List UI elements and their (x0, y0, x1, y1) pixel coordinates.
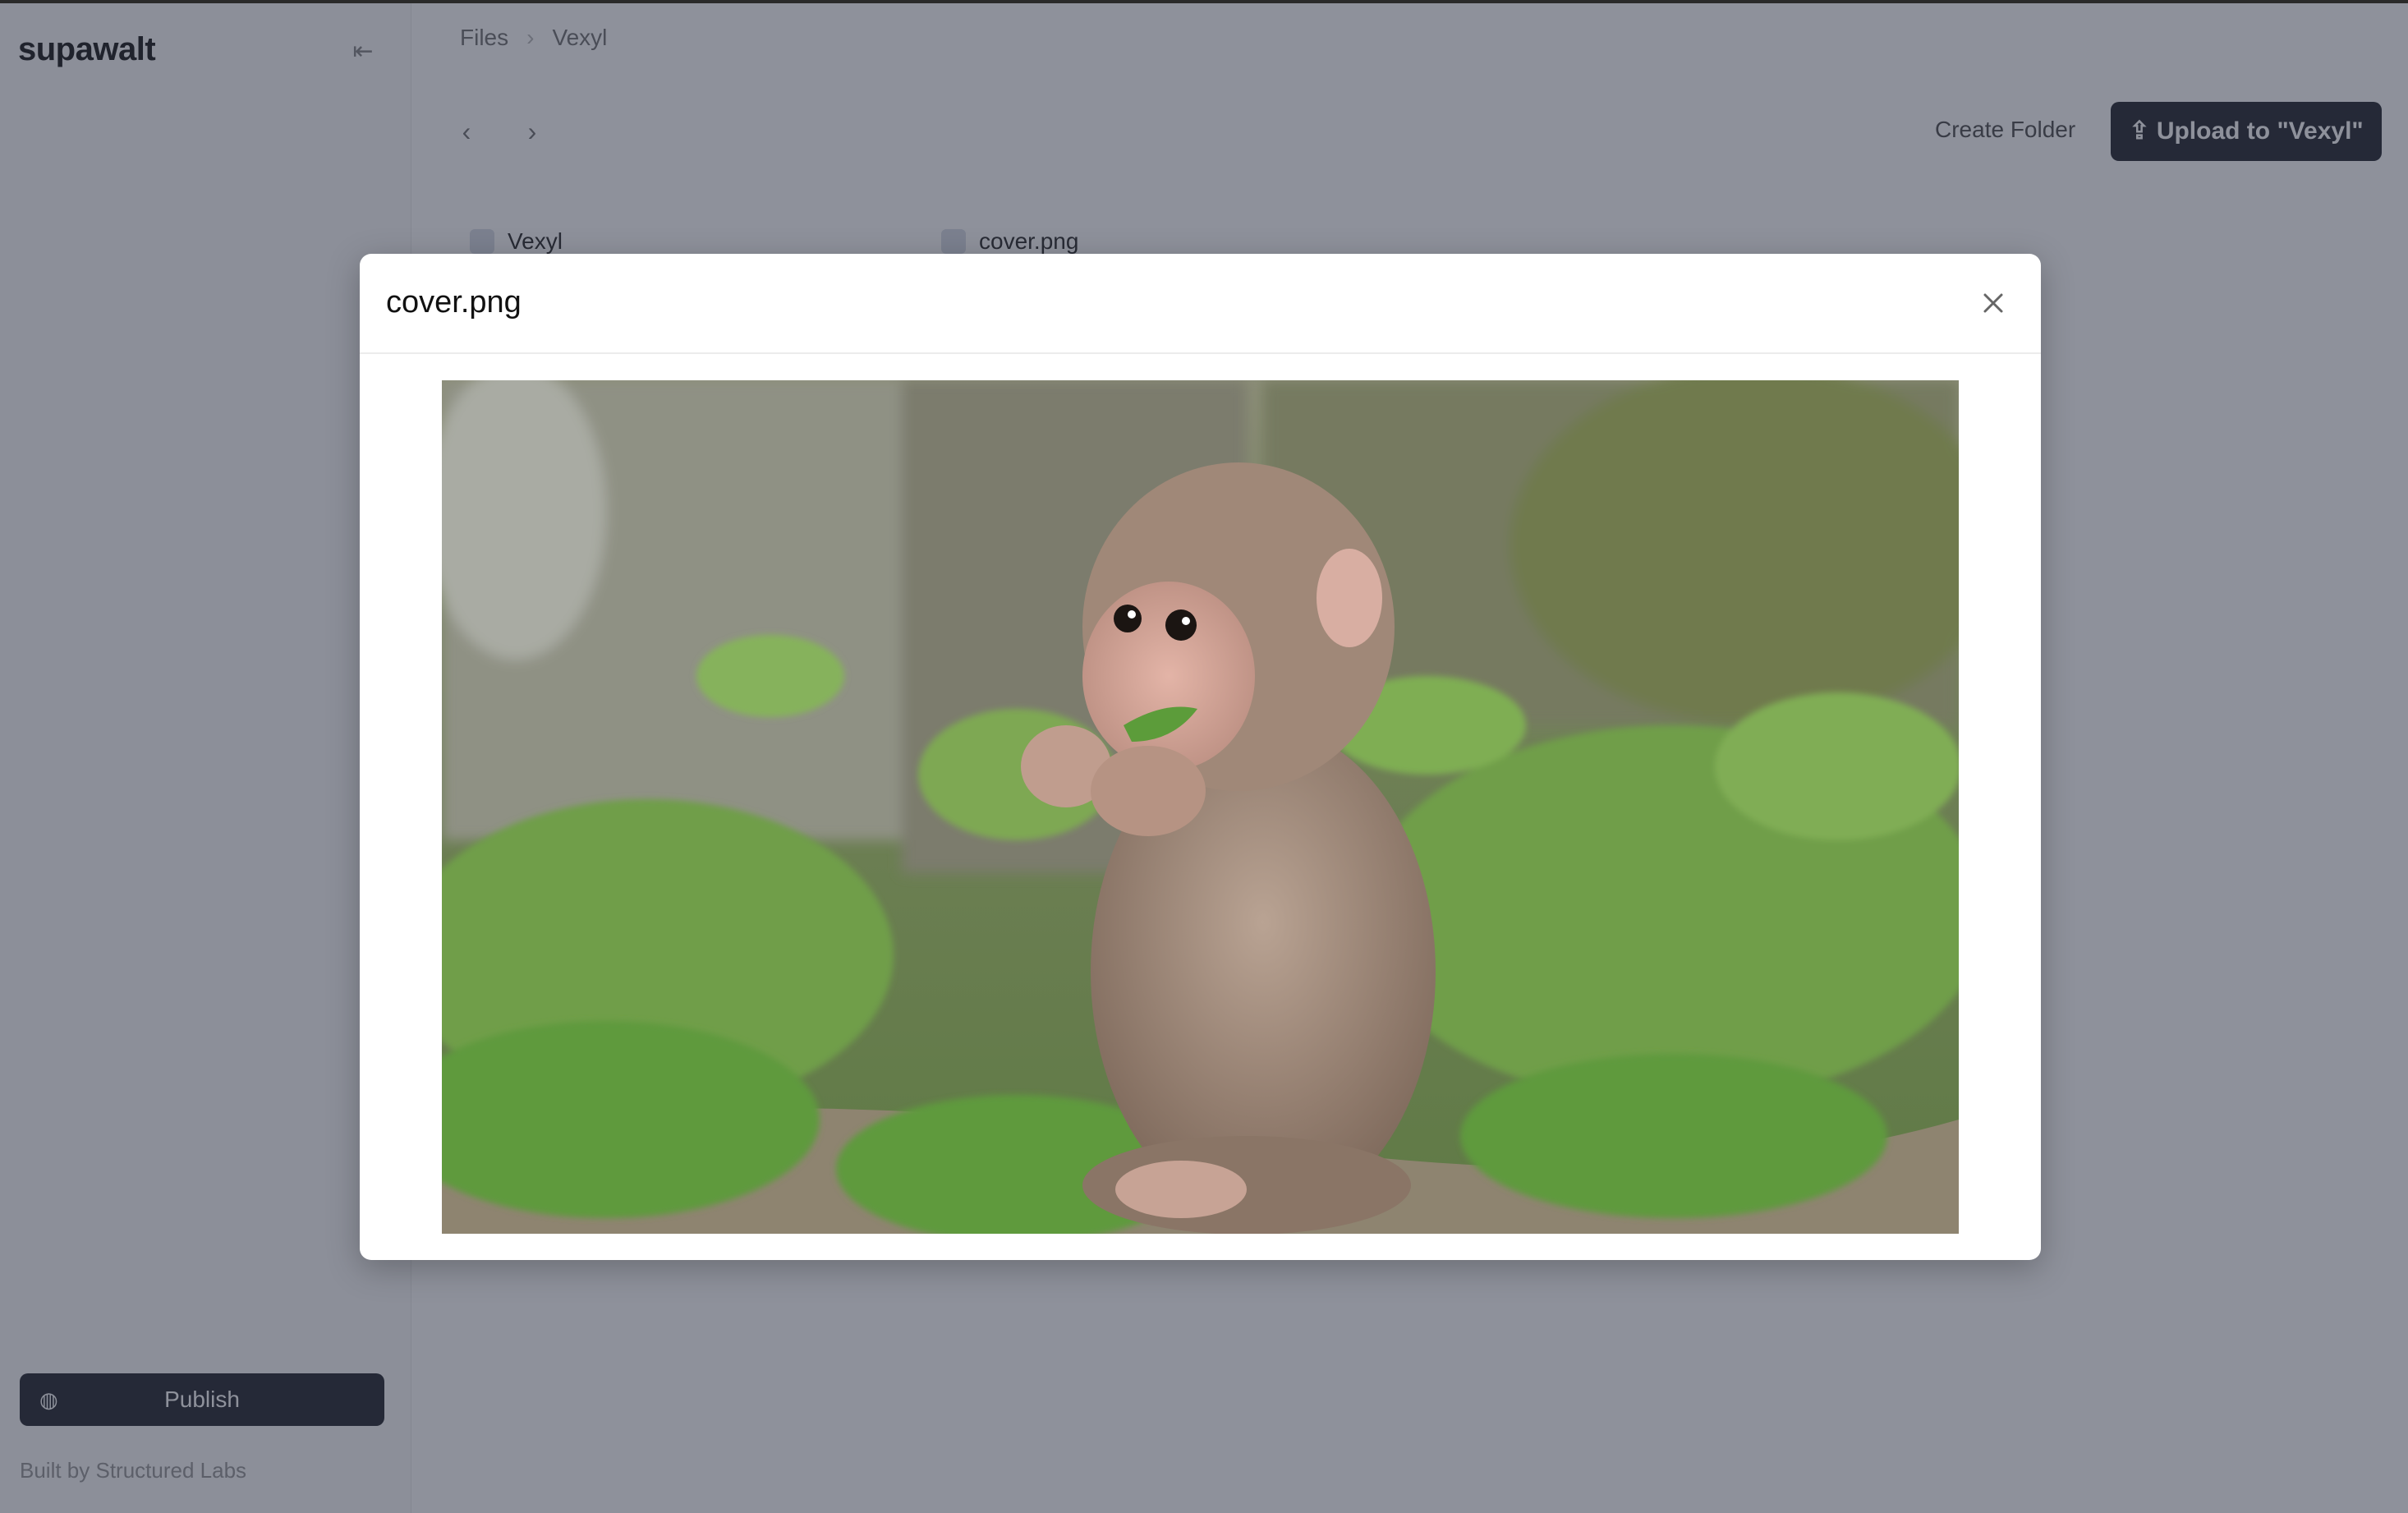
close-icon[interactable] (1977, 287, 2010, 320)
modal-header: cover.png (360, 254, 2041, 354)
image-preview (442, 380, 1959, 1234)
modal-title: cover.png (386, 285, 522, 320)
window-top-border (0, 0, 2408, 3)
image-preview-modal: cover.png (360, 254, 2041, 1260)
